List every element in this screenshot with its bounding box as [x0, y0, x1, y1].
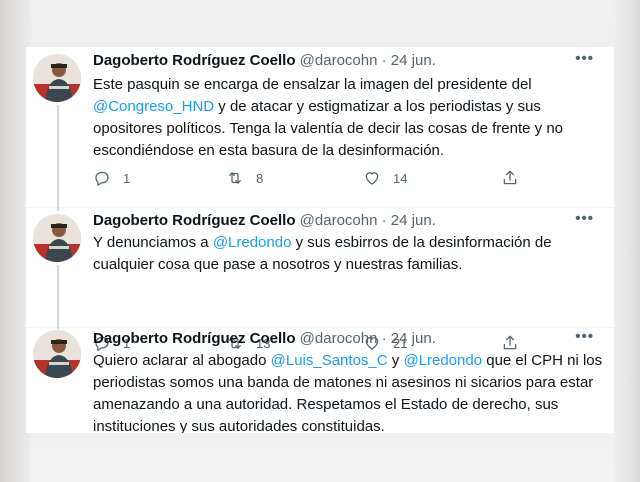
- tweet[interactable]: Dagoberto Rodríguez Coello @darocohn · 2…: [26, 47, 614, 209]
- tweet-text-segment: y: [387, 352, 404, 369]
- retweet-count: 8: [256, 170, 264, 186]
- tweet[interactable]: Dagoberto Rodríguez Coello @darocohn · 2…: [26, 325, 614, 433]
- like-count: 14: [393, 170, 408, 186]
- tweet-text-segment: Este pasquin se encarga de ensalzar la i…: [93, 76, 532, 93]
- reply-count: 1: [123, 170, 131, 186]
- reply-button[interactable]: 1: [93, 167, 130, 189]
- tweet-text: Quiero aclarar al abogado @Luis_Santos_C…: [93, 350, 603, 433]
- thread-connector: [57, 265, 59, 329]
- tweet-text: Y denunciamos a @Lredondo y sus esbirros…: [93, 232, 603, 276]
- background-blur-right: [614, 0, 640, 482]
- tweet-text: Este pasquin se encarga de ensalzar la i…: [93, 74, 603, 162]
- tweet-header: Dagoberto Rodríguez Coello @darocohn · 2…: [93, 328, 606, 350]
- tweet-thread: Dagoberto Rodríguez Coello @darocohn · 2…: [26, 47, 614, 433]
- reply-icon: [95, 171, 109, 186]
- share-button[interactable]: [501, 167, 519, 189]
- avatar[interactable]: [33, 330, 81, 378]
- tweet-text-segment: Quiero aclarar al abogado: [93, 352, 271, 369]
- tweet-header: Dagoberto Rodríguez Coello @darocohn · 2…: [93, 50, 606, 72]
- tweet[interactable]: Dagoberto Rodríguez Coello @darocohn · 2…: [26, 205, 614, 351]
- more-icon[interactable]: •••: [575, 328, 594, 346]
- more-icon[interactable]: •••: [575, 210, 594, 228]
- more-icon[interactable]: •••: [575, 50, 594, 68]
- tweet-text-segment: Y denunciamos a: [93, 234, 213, 251]
- share-icon: [503, 170, 517, 185]
- separator: ·: [381, 52, 387, 69]
- thread-connector: [57, 205, 59, 211]
- separator: ·: [381, 212, 387, 229]
- author-name[interactable]: Dagoberto Rodríguez Coello: [93, 212, 296, 229]
- retweet-icon: [229, 172, 241, 184]
- retweet-button[interactable]: 8: [226, 167, 263, 189]
- tweet-actions: 1 8 14: [93, 167, 523, 189]
- tweet-date[interactable]: 24 jun.: [391, 330, 436, 347]
- avatar[interactable]: [33, 54, 81, 102]
- like-button[interactable]: 14: [363, 167, 407, 189]
- thread-connector: [57, 325, 59, 329]
- thread-connector: [57, 105, 59, 209]
- author-name[interactable]: Dagoberto Rodríguez Coello: [93, 52, 296, 69]
- separator: ·: [381, 330, 387, 347]
- author-name[interactable]: Dagoberto Rodríguez Coello: [93, 330, 296, 347]
- author-handle[interactable]: @darocohn: [300, 52, 378, 69]
- mention-link[interactable]: @Lredondo: [403, 352, 482, 369]
- mention-link[interactable]: @Luis_Santos_C: [271, 352, 388, 369]
- author-handle[interactable]: @darocohn: [300, 330, 378, 347]
- tweet-date[interactable]: 24 jun.: [391, 52, 436, 69]
- mention-link[interactable]: @Lredondo: [213, 234, 292, 251]
- heart-icon: [365, 172, 379, 185]
- avatar[interactable]: [33, 214, 81, 262]
- mention-link[interactable]: @Congreso_HND: [93, 98, 214, 115]
- tweet-date[interactable]: 24 jun.: [391, 212, 436, 229]
- author-handle[interactable]: @darocohn: [300, 212, 378, 229]
- tweet-header: Dagoberto Rodríguez Coello @darocohn · 2…: [93, 210, 606, 232]
